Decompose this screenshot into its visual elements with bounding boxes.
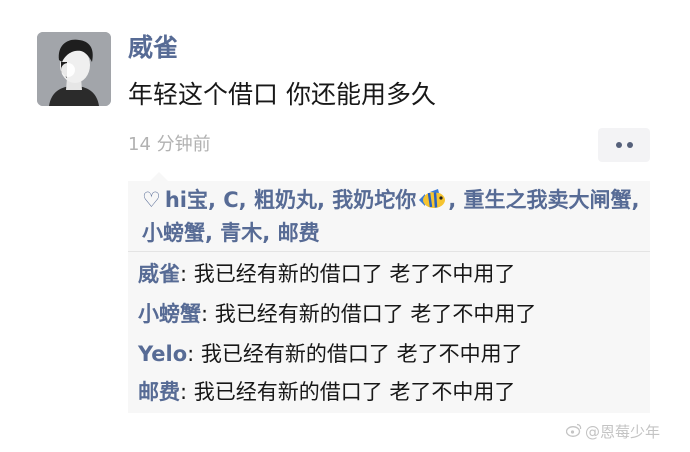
comment-item[interactable]: 威雀: 我已经有新的借口了 老了不中用了 bbox=[138, 259, 515, 289]
weibo-logo-icon bbox=[565, 422, 582, 442]
comment-text: : 我已经有新的借口了 老了不中用了 bbox=[180, 262, 516, 286]
comments-divider bbox=[128, 251, 650, 252]
likes-list: ♡ hi宝, C, 粗奶丸, 我奶坨你 , 重生之我卖大闸蟹, 小螃蟹, 青木, … bbox=[142, 186, 642, 248]
avatar[interactable] bbox=[37, 32, 111, 106]
comment-text: : 我已经有新的借口了 老了不中用了 bbox=[180, 380, 516, 404]
watermark-text: @恩莓少年 bbox=[585, 423, 661, 441]
comment-author[interactable]: Yelo bbox=[138, 342, 187, 366]
tropical-fish-emoji-icon bbox=[417, 189, 447, 219]
likes-names-part1[interactable]: hi宝, C, 粗奶丸, 我奶坨你 bbox=[165, 188, 416, 212]
comment-text: : 我已经有新的借口了 老了不中用了 bbox=[201, 302, 537, 326]
comment-item[interactable]: Yelo: 我已经有新的借口了 老了不中用了 bbox=[138, 339, 523, 369]
more-dots-icon bbox=[615, 142, 633, 148]
comment-item[interactable]: 邮费: 我已经有新的借口了 老了不中用了 bbox=[138, 377, 515, 407]
post-timestamp: 14 分钟前 bbox=[128, 134, 211, 155]
comment-item[interactable]: 小螃蟹: 我已经有新的借口了 老了不中用了 bbox=[138, 299, 536, 329]
heart-outline-icon: ♡ bbox=[142, 188, 161, 212]
more-options-button[interactable] bbox=[598, 128, 650, 162]
comment-author[interactable]: 邮费 bbox=[138, 380, 180, 404]
comment-text: : 我已经有新的借口了 老了不中用了 bbox=[187, 342, 523, 366]
post-author[interactable]: 威雀 bbox=[128, 30, 178, 66]
moments-post: 威雀 年轻这个借口 你还能用多久 14 分钟前 ♡ hi宝, C, 粗奶丸, 我奶… bbox=[0, 0, 690, 452]
comment-author[interactable]: 小螃蟹 bbox=[138, 302, 201, 326]
watermark: @恩莓少年 bbox=[565, 422, 661, 442]
avatar-portrait-icon bbox=[37, 32, 111, 106]
comment-author[interactable]: 威雀 bbox=[138, 262, 180, 286]
interaction-box-pointer bbox=[150, 172, 168, 181]
post-text: 年轻这个借口 你还能用多久 bbox=[128, 80, 436, 109]
